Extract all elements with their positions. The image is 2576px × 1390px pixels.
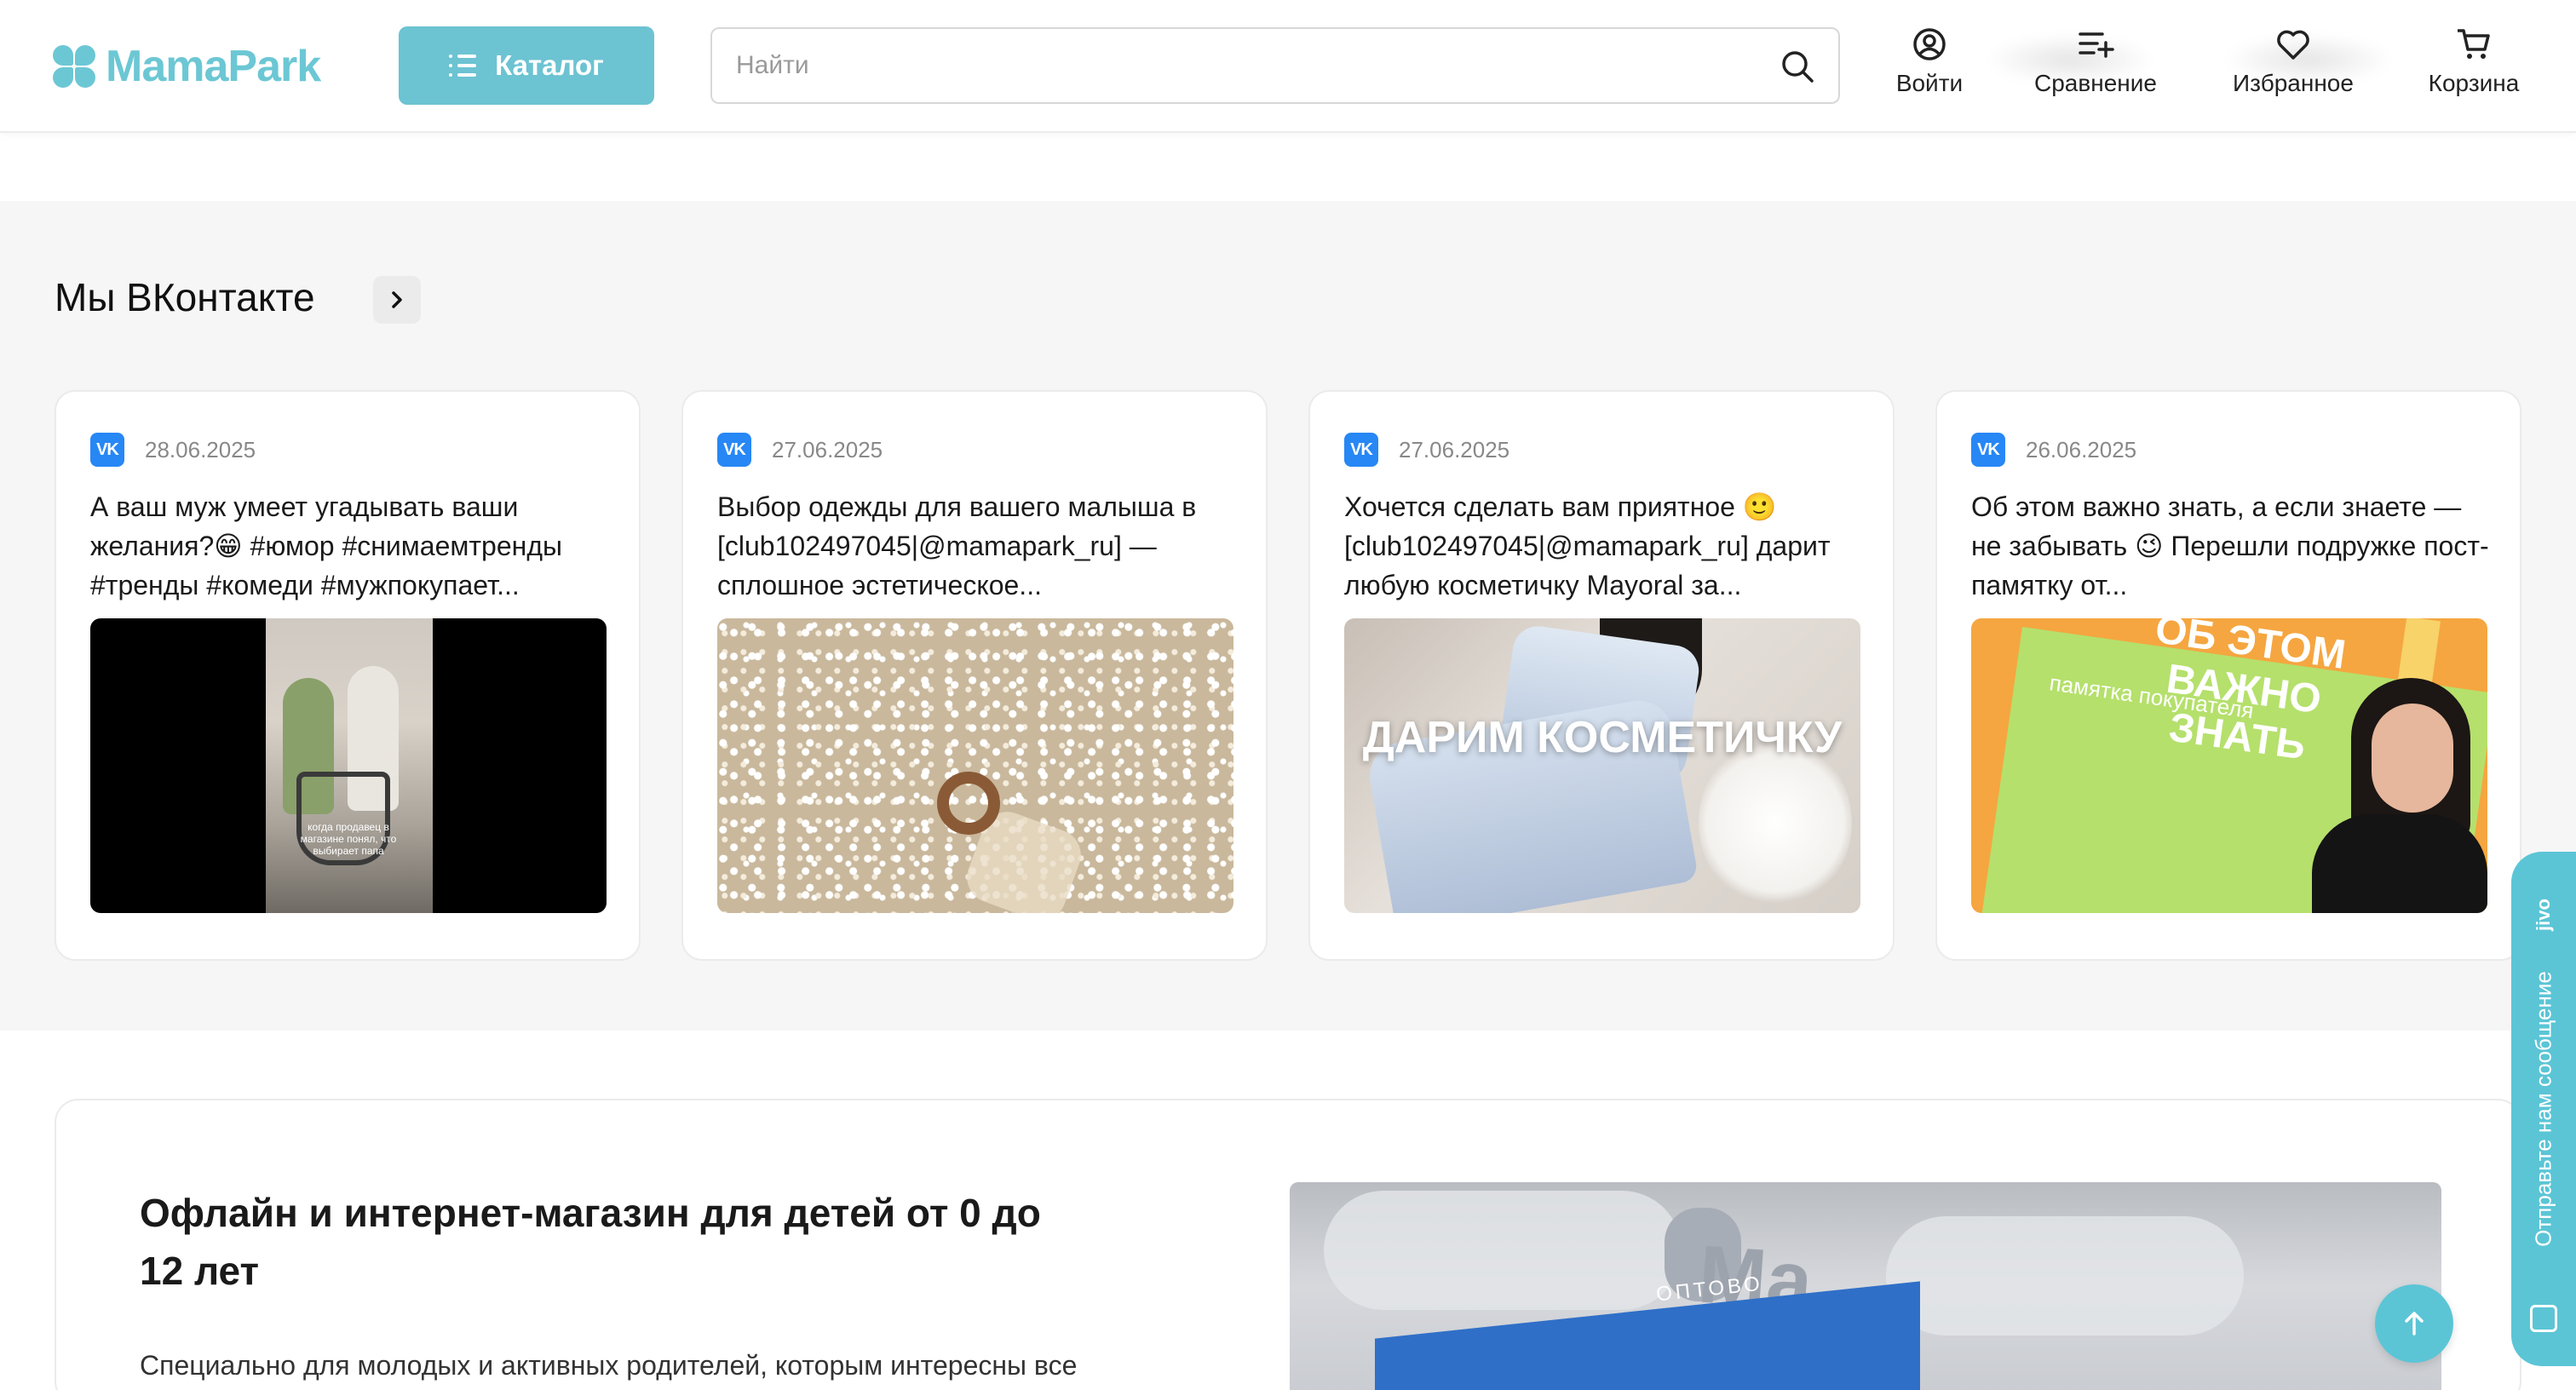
- site-header: MamaPark Каталог Войти: [0, 0, 2576, 133]
- chat-widget-tab[interactable]: jivo Отправьте нам сообщение: [2511, 852, 2576, 1366]
- post-text: Выбор одежды для вашего малыша в [club10…: [717, 491, 1197, 600]
- compare-label: Сравнение: [2034, 70, 2157, 96]
- post-text: А ваш муж умеет угадывать ваши желания?😁…: [90, 491, 562, 600]
- login-link[interactable]: Войти: [1893, 26, 1966, 107]
- about-block: Офлайн и интернет-магазин для детей от 0…: [55, 1099, 2521, 1390]
- about-text: Специально для молодых и активных родите…: [140, 1350, 1078, 1381]
- logo-mark-icon: [53, 45, 95, 88]
- cart-label: Корзина: [2428, 70, 2520, 96]
- store-photo: Ma ОПТОВО: [1290, 1182, 2441, 1390]
- video-frame: когда продавец в магазине понял, что выб…: [266, 618, 433, 913]
- post-meta: VK 27.06.2025: [717, 433, 883, 467]
- post-video-thumbnail[interactable]: когда продавец в магазине понял, что выб…: [90, 618, 607, 913]
- post-image[interactable]: [717, 618, 1233, 913]
- post-text: Об этом важно знать, а если знаете — не …: [1971, 491, 2489, 600]
- jivo-brand: jivo: [2533, 899, 2554, 931]
- post-meta: VK 28.06.2025: [90, 433, 256, 467]
- cart-link[interactable]: Корзина: [2424, 26, 2523, 107]
- catalog-label: Каталог: [495, 49, 604, 81]
- scroll-to-top-button[interactable]: [2375, 1284, 2453, 1363]
- favorites-label: Избранное: [2233, 70, 2354, 96]
- chat-widget-label: Отправьте нам сообщение: [2530, 971, 2556, 1247]
- post-image[interactable]: ДАРИМ КОСМЕТИЧКУ: [1344, 618, 1860, 913]
- post-text: Хочется сделать вам приятное 🙂 [club1024…: [1344, 491, 1831, 600]
- search-input[interactable]: [736, 29, 1758, 102]
- search-box: [710, 27, 1840, 104]
- compare-link[interactable]: Сравнение: [2031, 26, 2160, 107]
- vk-post-card[interactable]: VK 28.06.2025 А ваш муж умеет угадывать …: [55, 390, 641, 961]
- list-icon: [449, 55, 477, 77]
- user-icon: [1913, 28, 1946, 60]
- about-title: Офлайн и интернет-магазин для детей от 0…: [140, 1191, 1041, 1293]
- video-caption: когда продавец в магазине понял, что выб…: [300, 821, 397, 857]
- vk-logo-icon: VK: [717, 433, 751, 467]
- arrow-up-icon: [2405, 1312, 2424, 1335]
- vk-post-card[interactable]: VK 27.06.2025 Выбор одежды для вашего ма…: [681, 390, 1268, 961]
- favorites-link[interactable]: Избранное: [2228, 26, 2358, 107]
- search-icon[interactable]: [1779, 48, 1816, 85]
- catalog-button[interactable]: Каталог: [399, 26, 654, 105]
- cart-icon: [2458, 29, 2490, 59]
- vk-section: Мы ВКонтакте VK 28.06.2025 А ваш муж уме…: [0, 201, 2576, 1031]
- vk-post-card[interactable]: VK 26.06.2025 Об этом важно знать, а есл…: [1935, 390, 2521, 961]
- vk-logo-icon: VK: [1344, 433, 1378, 467]
- post-meta: VK 27.06.2025: [1344, 433, 1509, 467]
- logo[interactable]: MamaPark: [53, 37, 321, 95]
- post-image[interactable]: ОБ ЭТОМ ВАЖНО ЗНАТЬ памятка покупателя: [1971, 618, 2487, 913]
- chat-icon: [2530, 1305, 2557, 1332]
- post-meta: VK 26.06.2025: [1971, 433, 2136, 467]
- vk-logo-icon: VK: [90, 433, 124, 467]
- post-date: 26.06.2025: [2026, 436, 2137, 462]
- chevron-right-icon: [392, 291, 402, 308]
- compare-list-icon: [2079, 32, 2114, 58]
- vk-logo-icon: VK: [1971, 433, 2005, 467]
- heart-icon: [2277, 30, 2309, 60]
- vk-section-title: Мы ВКонтакте: [55, 275, 315, 319]
- logo-text: MamaPark: [106, 42, 321, 91]
- vk-section-arrow-button[interactable]: [373, 276, 421, 324]
- vk-post-card[interactable]: VK 27.06.2025 Хочется сделать вам приятн…: [1308, 390, 1895, 961]
- post-date: 28.06.2025: [145, 436, 256, 462]
- post-date: 27.06.2025: [1399, 436, 1510, 462]
- image-overlay-text: ДАРИМ КОСМЕТИЧКУ: [1362, 713, 1843, 762]
- login-label: Войти: [1895, 70, 1964, 96]
- post-date: 27.06.2025: [772, 436, 883, 462]
- teether-toy: [937, 772, 1000, 835]
